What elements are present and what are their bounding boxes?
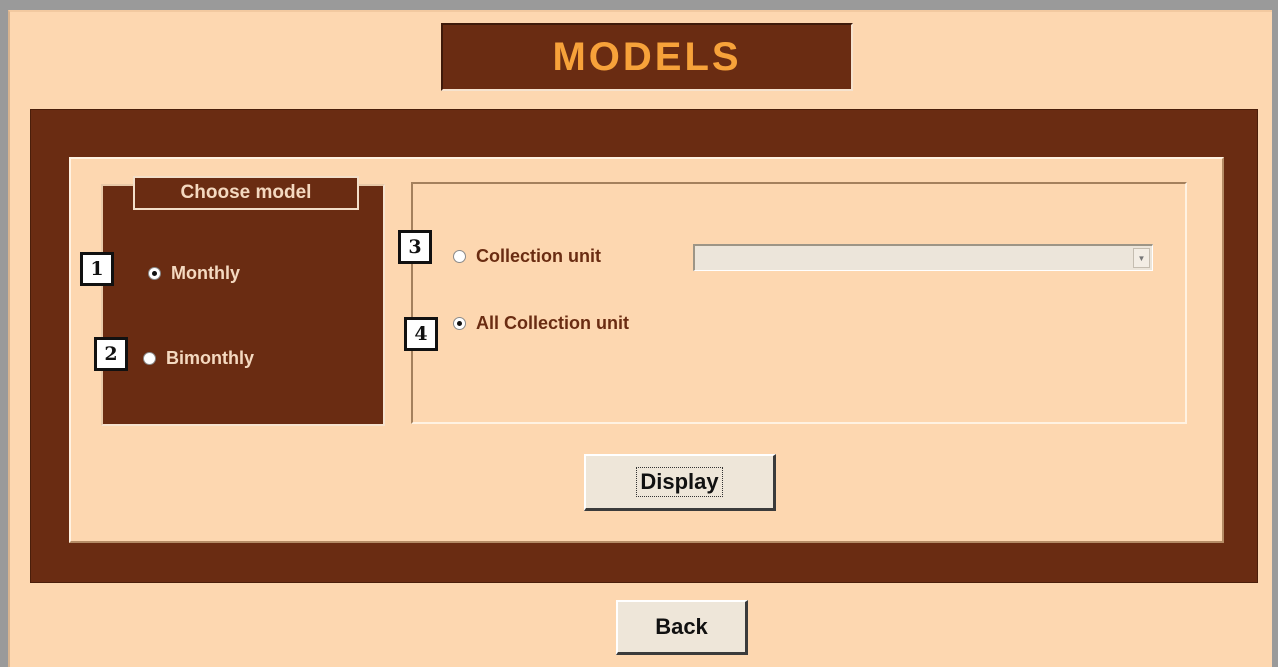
bimonthly-radio[interactable] [143,352,156,365]
back-button[interactable]: Back [616,600,748,655]
collection-unit-radio-option[interactable]: Collection unit [453,246,601,267]
bimonthly-label[interactable]: Bimonthly [166,348,254,369]
badge-3: 3 [398,230,432,264]
inner-panel: Choose model Monthly Bimonthly Collectio… [69,157,1224,543]
title-banner: MODELS [441,23,853,91]
collection-unit-select[interactable]: ▼ [693,244,1153,271]
badge-1: 1 [80,252,114,286]
choose-model-legend: Choose model [133,176,359,210]
dropdown-arrow-icon[interactable]: ▼ [1133,248,1150,268]
monthly-label[interactable]: Monthly [171,263,240,284]
collection-unit-radio[interactable] [453,250,466,263]
all-collection-unit-label[interactable]: All Collection unit [476,313,629,334]
page-title: MODELS [552,34,742,79]
all-collection-unit-radio[interactable] [453,317,466,330]
main-frame: Choose model Monthly Bimonthly Collectio… [30,109,1258,583]
models-window: MODELS Choose model Monthly Bimonthly Co… [8,10,1272,667]
monthly-radio[interactable] [148,267,161,280]
badge-4: 4 [404,317,438,351]
bimonthly-radio-option[interactable]: Bimonthly [143,348,254,369]
badge-2: 2 [94,337,128,371]
choose-model-group: Choose model Monthly Bimonthly [101,176,385,426]
all-collection-unit-radio-option[interactable]: All Collection unit [453,313,629,334]
collection-unit-label[interactable]: Collection unit [476,246,601,267]
display-button[interactable]: Display [584,454,776,511]
collection-scope-group: Collection unit ▼ All Collection unit [411,182,1187,424]
monthly-radio-option[interactable]: Monthly [148,263,240,284]
display-button-label: Display [636,467,723,497]
